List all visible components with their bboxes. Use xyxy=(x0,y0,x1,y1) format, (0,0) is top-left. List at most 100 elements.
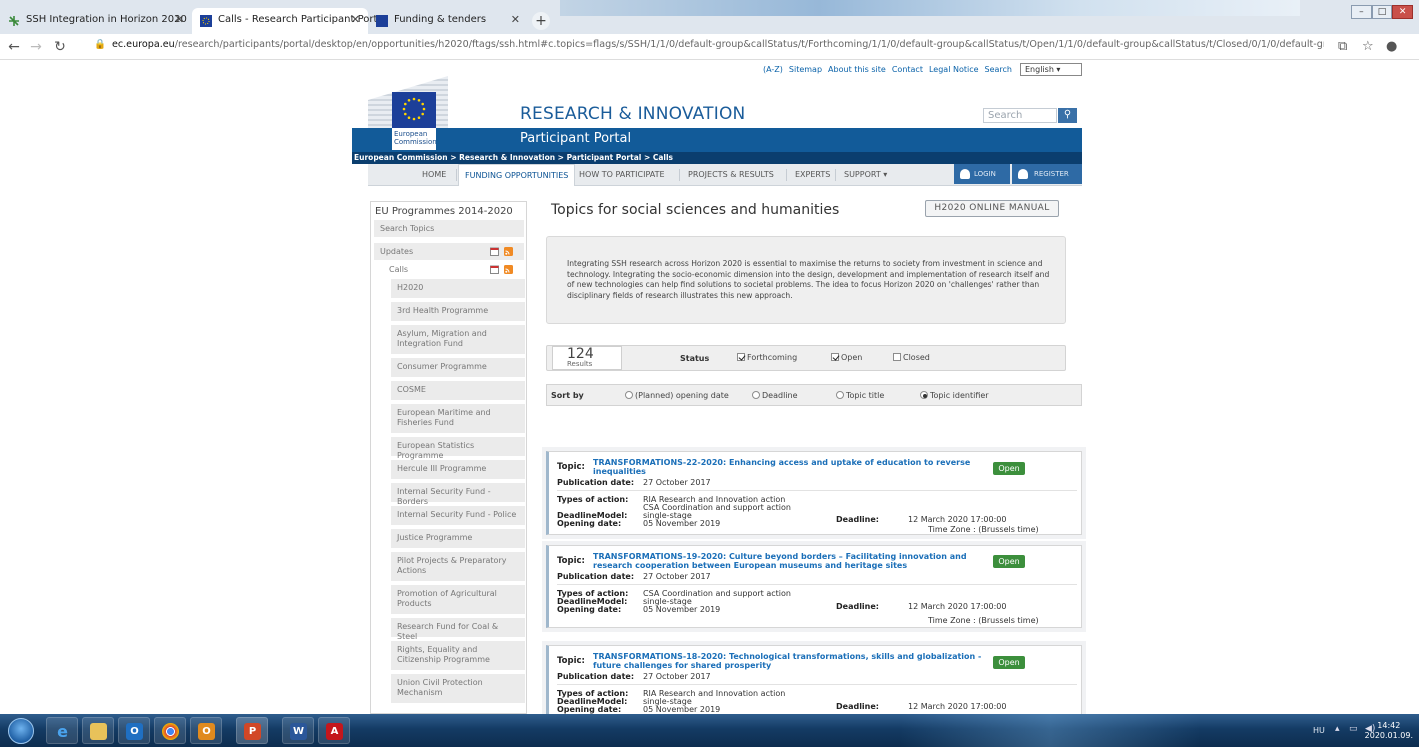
start-button[interactable] xyxy=(8,718,34,744)
sort-topic-identifier[interactable]: Topic identifier xyxy=(920,391,989,400)
checkbox-closed[interactable]: Closed xyxy=(893,353,930,362)
tab-ssh-integration[interactable]: SSH Integration in Horizon 2020 ✕ xyxy=(0,8,192,34)
deadline-label: Deadline: xyxy=(836,602,879,611)
nav-experts[interactable]: EXPERTS xyxy=(789,164,836,186)
bookmark-star-icon[interactable]: ☆ xyxy=(1362,39,1374,54)
minimize-button[interactable]: – xyxy=(1351,5,1372,19)
sidebar-item-justice[interactable]: Justice Programme xyxy=(391,529,525,549)
login-button[interactable]: LOGIN xyxy=(954,164,1010,184)
sidebar-item-agri-promotion[interactable]: Promotion of Agricultural Products xyxy=(391,585,525,615)
about-link[interactable]: About this site xyxy=(828,65,886,74)
network-icon[interactable]: ▭ xyxy=(1349,724,1358,734)
forward-arrow-icon[interactable]: → xyxy=(28,39,44,55)
taskbar-chrome[interactable] xyxy=(154,717,186,744)
topic-title-link[interactable]: TRANSFORMATIONS-22-2020: Enhancing acces… xyxy=(593,458,983,476)
sidebar-item-hercule[interactable]: Hercule III Programme xyxy=(391,460,525,480)
close-icon[interactable]: ✕ xyxy=(511,13,520,26)
account-icon[interactable]: ● xyxy=(1386,39,1397,54)
sidebar-item-label: Updates xyxy=(380,247,414,256)
maximize-button[interactable]: □ xyxy=(1371,5,1393,19)
radio-label: Topic title xyxy=(846,391,885,400)
translate-icon[interactable]: ⧉ xyxy=(1338,39,1347,54)
rss-icon[interactable] xyxy=(504,265,513,274)
new-tab-button[interactable]: + xyxy=(532,12,550,30)
calendar-icon[interactable] xyxy=(490,247,499,256)
opening-date: 05 November 2019 xyxy=(643,705,721,714)
taskbar-powerpoint[interactable]: P xyxy=(236,717,268,744)
checkbox-label: Open xyxy=(841,353,863,362)
taskbar-outlook-2[interactable]: O xyxy=(190,717,222,744)
checkbox-open[interactable]: Open xyxy=(831,353,862,362)
sidebar-item-h2020[interactable]: H2020 xyxy=(391,279,525,299)
close-window-button[interactable]: ✕ xyxy=(1392,5,1414,19)
sidebar-item-amif[interactable]: Asylum, Migration and Integration Fund xyxy=(391,325,525,355)
clock[interactable]: 14:42 2020.01.09. xyxy=(1365,721,1413,741)
topic-label: Topic: xyxy=(557,462,585,472)
deadline-value: 12 March 2020 17:00:00 xyxy=(908,602,1007,611)
deadline-value: 12 March 2020 17:00:00 xyxy=(908,515,1007,524)
window-controls: – □ ✕ xyxy=(1351,5,1414,21)
sidebar-item-isf-borders[interactable]: Internal Security Fund - Borders xyxy=(391,483,525,506)
sidebar-item-cosme[interactable]: COSME xyxy=(391,381,525,401)
sidebar-item-statistics[interactable]: European Statistics Programme xyxy=(391,437,525,460)
sidebar-item-health[interactable]: 3rd Health Programme xyxy=(391,302,525,322)
publication-date-label: Publication date: xyxy=(557,672,635,681)
taskbar-acrobat[interactable]: A xyxy=(318,717,350,744)
legal-notice-link[interactable]: Legal Notice xyxy=(929,65,979,74)
sidebar-item-rec[interactable]: Rights, Equality and Citizenship Program… xyxy=(391,641,525,671)
sidebar-item-calls[interactable]: Calls xyxy=(383,261,525,279)
nav-projects-results[interactable]: PROJECTS & RESULTS xyxy=(682,164,780,186)
nav-how-to-participate[interactable]: HOW TO PARTICIPATE xyxy=(573,164,671,186)
nav-support[interactable]: SUPPORT ▾ xyxy=(838,164,893,186)
sidebar-item-updates[interactable]: Updates xyxy=(374,243,524,261)
time-zone: Time Zone : (Brussels time) xyxy=(928,616,1039,625)
sidebar-item-search-topics[interactable]: Search Topics xyxy=(374,220,524,238)
tab-funding[interactable]: Funding & tenders ✕ xyxy=(368,8,528,34)
online-manual-button[interactable]: H2020 ONLINE MANUAL xyxy=(925,200,1059,217)
sidebar-item-emff[interactable]: European Maritime and Fisheries Fund xyxy=(391,404,525,434)
address-bar[interactable]: 🔒 ec.europa.eu/research/participants/port… xyxy=(94,39,1324,55)
sort-bar: Sort by (Planned) opening date Deadline … xyxy=(546,384,1082,406)
back-arrow-icon[interactable]: ← xyxy=(6,39,22,55)
radio-dot xyxy=(836,391,844,399)
taskbar-outlook[interactable]: O xyxy=(118,717,150,744)
topic-card: Topic: TRANSFORMATIONS-22-2020: Enhancin… xyxy=(546,451,1082,535)
close-icon[interactable]: ✕ xyxy=(175,13,184,26)
sidebar-item-pilot-projects[interactable]: Pilot Projects & Preparatory Actions xyxy=(391,552,525,582)
outlook-icon: O xyxy=(198,723,215,740)
sort-opening-date[interactable]: (Planned) opening date xyxy=(625,391,729,400)
breadcrumb[interactable]: European Commission > Research & Innovat… xyxy=(352,152,1082,164)
search-icon[interactable]: ⚲ xyxy=(1058,108,1077,123)
az-link[interactable]: (A-Z) xyxy=(763,65,783,74)
checkbox-forthcoming[interactable]: Forthcoming xyxy=(737,353,797,362)
close-icon[interactable]: ✕ xyxy=(351,13,360,26)
tray-expand-icon[interactable]: ▴ xyxy=(1335,724,1340,734)
taskbar-ie[interactable]: e xyxy=(46,717,78,744)
nav-funding-opportunities[interactable]: FUNDING OPPORTUNITIES xyxy=(458,164,576,186)
topic-title-link[interactable]: TRANSFORMATIONS-18-2020: Technological t… xyxy=(593,652,983,670)
reload-icon[interactable]: ↻ xyxy=(52,39,68,55)
sitemap-link[interactable]: Sitemap xyxy=(789,65,822,74)
calendar-icon[interactable] xyxy=(490,265,499,274)
contact-link[interactable]: Contact xyxy=(892,65,923,74)
site-favicon xyxy=(9,16,19,26)
input-language[interactable]: HU xyxy=(1313,726,1325,735)
checkbox-box xyxy=(831,353,839,361)
rss-icon[interactable] xyxy=(504,247,513,256)
taskbar-word[interactable]: W xyxy=(282,717,314,744)
nav-home[interactable]: HOME xyxy=(416,164,452,186)
sidebar-item-coal-steel[interactable]: Research Fund for Coal & Steel xyxy=(391,618,525,641)
topic-title-link[interactable]: TRANSFORMATIONS-19-2020: Culture beyond … xyxy=(593,552,983,570)
sidebar-item-isf-police[interactable]: Internal Security Fund - Police xyxy=(391,506,525,526)
site-search-input[interactable]: Search xyxy=(983,108,1057,123)
tab-calls[interactable]: Calls - Research Participant Porta ✕ xyxy=(192,8,384,34)
taskbar-explorer[interactable] xyxy=(82,717,114,744)
sidebar-item-ucpm[interactable]: Union Civil Protection Mechanism xyxy=(391,674,525,704)
sidebar-item-consumer[interactable]: Consumer Programme xyxy=(391,358,525,378)
register-button[interactable]: REGISTER xyxy=(1012,164,1082,184)
sort-deadline[interactable]: Deadline xyxy=(752,391,798,400)
sort-topic-title[interactable]: Topic title xyxy=(836,391,884,400)
checkbox-box xyxy=(737,353,745,361)
status-label: Status xyxy=(680,354,710,363)
search-link[interactable]: Search xyxy=(985,65,1012,74)
